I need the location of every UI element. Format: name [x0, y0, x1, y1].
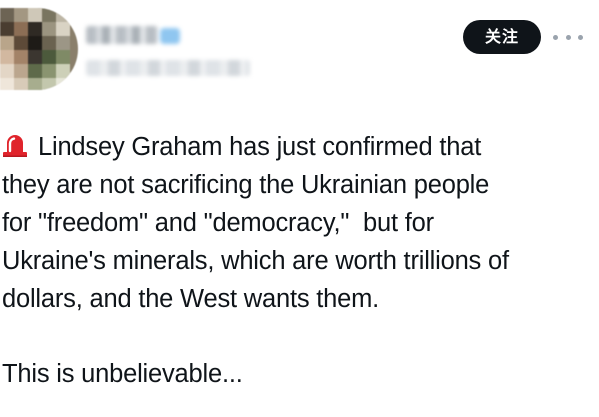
tweet-line-4: Ukraine's minerals, which are worth tril… [2, 247, 509, 275]
tweet-text: Lindsey Graham has just confirmed that t… [2, 128, 594, 393]
tweet-line-2: they are not sacrificing the Ukrainian p… [2, 171, 490, 199]
verified-badge-icon [160, 28, 180, 44]
tweet-line-1-text: Lindsey Graham has just confirmed that [38, 133, 482, 161]
tweet-line-5: dollars, and the West wants them. [2, 285, 380, 313]
more-horizontal-icon[interactable] [553, 28, 583, 46]
display-name-redacted[interactable] [86, 26, 158, 44]
avatar[interactable] [0, 8, 78, 90]
tweet-line-1: Lindsey Graham has just confirmed that [2, 128, 594, 166]
rotating-light-icon [3, 135, 27, 157]
user-handle-redacted[interactable] [86, 60, 250, 76]
tweet-closing-line: This is unbelievable... [2, 360, 243, 388]
tweet-line-3: for "freedom" and "democracy," but for [2, 209, 434, 237]
follow-button[interactable]: 关注 [463, 20, 541, 54]
